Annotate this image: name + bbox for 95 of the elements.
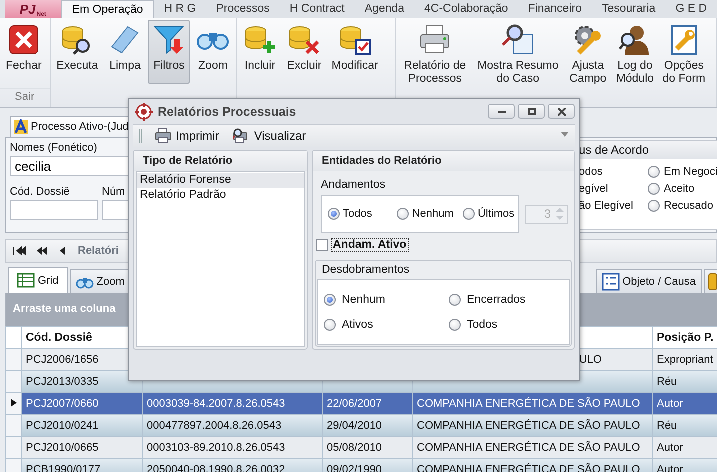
option-label: egível [579, 183, 608, 195]
maximize-icon [528, 108, 536, 115]
ribbon-tab[interactable]: Em Operação [61, 0, 154, 18]
dialog-title: Relatórios Processuais [158, 104, 296, 118]
checkbox[interactable] [316, 239, 328, 251]
group-title: Andamentos [320, 178, 387, 193]
ribbon-button[interactable]: Fechar [2, 20, 46, 84]
radio-button[interactable] [328, 208, 340, 220]
radio-button[interactable] [449, 318, 461, 330]
field-label: Núm [102, 186, 126, 200]
ribbon-button[interactable]: Zoom [192, 20, 234, 84]
table-cell: PCJ2010/0241 [22, 414, 142, 436]
minimize-button[interactable] [488, 104, 515, 119]
row-pointer-icon [10, 398, 16, 406]
ribbon-tab[interactable]: G E D [666, 0, 717, 18]
field-label: Cód. Dossiê [10, 186, 70, 200]
option-label: odos [579, 166, 603, 178]
option-label: Últimos [478, 208, 515, 220]
table-cell: Autor [652, 392, 717, 414]
ribbon-button[interactable]: Excluir [283, 20, 326, 84]
close-button[interactable] [548, 104, 575, 119]
numbered-list-icon [602, 272, 620, 290]
view-tab[interactable] [704, 269, 717, 293]
ribbon-button[interactable]: Mostra Resumo do Caso [473, 20, 564, 84]
table-row[interactable]: PCJ2007/0660 0003039-84.2007.8.26.0543 22/06/2007 COMPANHIA ENERGÉTICA DE SÃO PAULO Autor [6, 392, 717, 414]
radio-button[interactable] [324, 318, 336, 330]
option-label: Todos [343, 208, 372, 220]
radio-button[interactable] [648, 200, 660, 212]
panel-title: Entidades do Relatório [313, 151, 574, 171]
minimize-icon [498, 110, 506, 112]
radio-button[interactable] [648, 183, 660, 195]
ribbon-button[interactable]: Relatório de Processos [400, 20, 470, 84]
ribbon-button[interactable]: Filtros [148, 20, 190, 84]
close-icon [558, 108, 566, 116]
list-item[interactable]: Relatório Padrão [137, 188, 304, 203]
ribbon-tab[interactable]: Tesouraria [592, 0, 666, 18]
ribbon-tab[interactable]: H R G [154, 0, 206, 18]
ribbon-button[interactable]: Incluir [239, 20, 282, 84]
option-label: Nenhum [342, 294, 386, 306]
view-tab[interactable]: Zoom [70, 269, 131, 293]
table-cell: COMPANHIA ENERGÉTICA DE SÃO PAULO [412, 414, 652, 436]
ribbon-tab[interactable]: Processos [206, 0, 280, 18]
table-row[interactable]: PCJ2010/0241 000477897.2004.8.26.0543 29/04/2010 COMPANHIA ENERGÉTICA DE SÃO PAULO Réu [6, 414, 717, 436]
table-cell: 0003039-84.2007.8.26.0543 [142, 392, 322, 414]
table-cell: PCJ2007/0660 [22, 392, 142, 414]
option-label: Aceito [664, 183, 695, 195]
radio-button[interactable] [324, 294, 336, 306]
table-cell: Réu [652, 370, 717, 392]
ribbon-button[interactable]: Modificar [328, 20, 382, 84]
column-header[interactable]: Posição P. [652, 326, 717, 348]
spin-arrows-icon [556, 207, 564, 221]
group-title: Desdobramentos [321, 263, 411, 278]
ribbon-button[interactable]: Ajusta Campo [566, 20, 610, 84]
book-icon [707, 272, 717, 290]
option-label: ão Elegível [579, 200, 634, 212]
maximize-button[interactable] [518, 104, 545, 119]
magnifier-window-icon [501, 23, 536, 57]
printer-magnifier-icon [233, 128, 250, 144]
radio-button[interactable] [462, 208, 475, 220]
group-label: Sair [0, 88, 50, 107]
table-cell: 000477897.2004.8.26.0543 [142, 414, 322, 436]
panel-title: Tipo de Relatório [134, 151, 307, 171]
ribbon-tab[interactable]: Agenda [354, 0, 415, 18]
ribbon-tab[interactable]: Financeiro [518, 0, 592, 18]
navigator-title: Relatóri [78, 245, 119, 257]
table-cell: 29/04/2010 [322, 414, 412, 436]
view-tab[interactable]: Objeto / Causa [596, 269, 702, 293]
option-label: Encerrados [467, 294, 526, 306]
ribbon-button[interactable]: Executa [52, 20, 102, 84]
table-cell: Réu [652, 414, 717, 436]
ribbon-button[interactable]: Log do Módulo [613, 20, 658, 84]
close-icon [6, 23, 41, 57]
ribbon-button[interactable]: Limpa [104, 20, 146, 84]
ribbon-tab[interactable]: 4C-Colaboração [414, 0, 518, 18]
table-cell: 22/06/2007 [322, 392, 412, 414]
dossier-field[interactable] [10, 200, 98, 220]
list-item[interactable]: Relatório Forense [137, 173, 304, 188]
letter-a-icon [13, 119, 29, 135]
view-tab[interactable]: Grid [8, 267, 68, 293]
table-cell: COMPANHIA ENERGÉTICA DE SÃO PAULO [412, 392, 652, 414]
option-label: Recusado [664, 200, 714, 212]
radio-button[interactable] [397, 208, 410, 220]
ribbon-button[interactable]: Opções do Form [660, 20, 708, 84]
checkbox-label[interactable]: Andam. Ativo [331, 238, 409, 252]
ribbon-tab[interactable]: H Contract [280, 0, 355, 18]
option-label: Em Negoci [664, 166, 717, 178]
option-label: Nenhum [412, 208, 454, 220]
printer-icon [155, 128, 172, 144]
toolbar-button[interactable]: Visualizar [233, 128, 306, 144]
field-label: Nomes (Fonético) [10, 142, 98, 156]
first-record-icon[interactable] [12, 245, 26, 257]
radio-button[interactable] [648, 166, 660, 178]
radio-button[interactable] [449, 294, 461, 306]
grid-icon [17, 272, 35, 290]
grip-icon [139, 129, 143, 143]
